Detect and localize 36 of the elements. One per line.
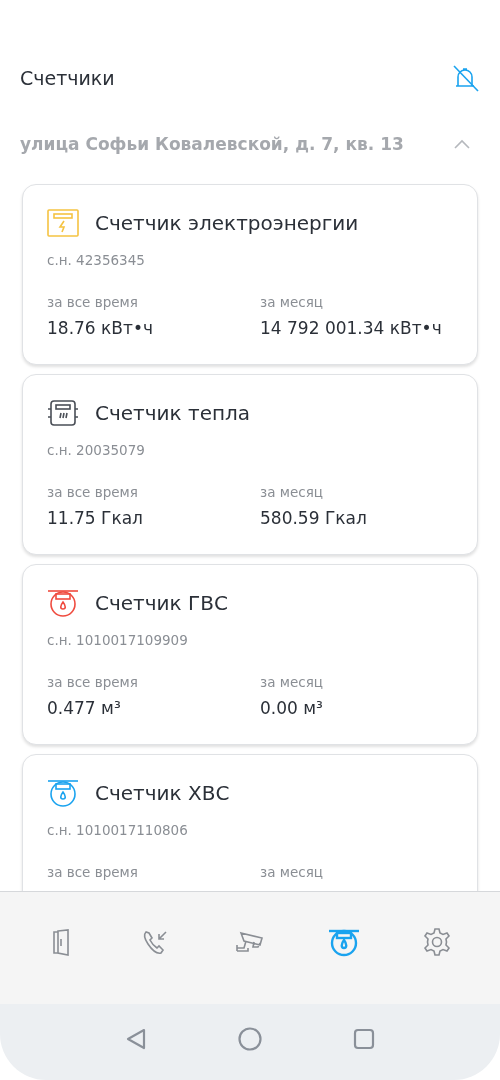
reading-label: за все время (47, 674, 139, 690)
home-button[interactable] (238, 1027, 262, 1051)
meter-card[interactable]: Счетчик тепла с.н. 20035079 за все время 11.75 Гкал за месяц 580.59 Гкал (22, 374, 478, 555)
reading-value: 0.477 м³ (47, 698, 122, 718)
meter-name: Счетчик ХВС (95, 781, 230, 805)
reading-label: за все время (47, 294, 139, 310)
meter-card[interactable]: Счетчик ГВС с.н. 1010017109909 за все время 0.477 м³ за месяц 0.00 м³ (22, 564, 478, 745)
chevron-icon (454, 139, 470, 149)
serial-number: с.н. 1010017109909 (47, 632, 189, 648)
reading-label: за месяц (260, 294, 324, 310)
reading-label: за месяц (260, 864, 323, 880)
water-meter-icon (47, 588, 79, 618)
muted-bell-icon[interactable] (450, 63, 480, 93)
serial-number: с.н. 20035079 (47, 442, 146, 458)
reading-label: за все время (47, 484, 139, 500)
heat-meter-icon (47, 399, 79, 427)
reading-value: 14 792 001.34 кВт•ч (260, 318, 442, 338)
meter-card[interactable]: Счетчик электроэнергии с.н. 42356345 за все время 18.76 кВт•ч за месяц 14 792 001.34 кВт•ч (22, 184, 478, 365)
reading-value: 580.59 Гкал (260, 508, 367, 528)
reading-label: за все время (47, 864, 139, 880)
meter-name: Счетчик ГВС (95, 591, 228, 615)
page-title: Счетчики (20, 67, 115, 89)
serial-number: с.н. 42356345 (47, 252, 146, 268)
water-meter-icon (47, 778, 79, 808)
reading-value: 0.00 м³ (260, 698, 323, 718)
reading-label: за месяц (260, 484, 324, 500)
reading-label: за месяц (260, 674, 323, 690)
electric-meter-icon (47, 209, 79, 237)
meter-name: Счетчик тепла (95, 401, 251, 425)
recents-button[interactable] (352, 1028, 375, 1050)
meter-card[interactable]: Счетчик ХВС с.н. 1010017110806 за все время за месяц (22, 754, 478, 891)
back-button[interactable] (125, 1028, 148, 1050)
reading-value: 18.76 кВт•ч (47, 318, 154, 338)
reading-value: 11.75 Гкал (47, 508, 144, 528)
meter-name: Счетчик электроэнергии (95, 211, 359, 235)
serial-number: с.н. 1010017110806 (47, 822, 189, 838)
